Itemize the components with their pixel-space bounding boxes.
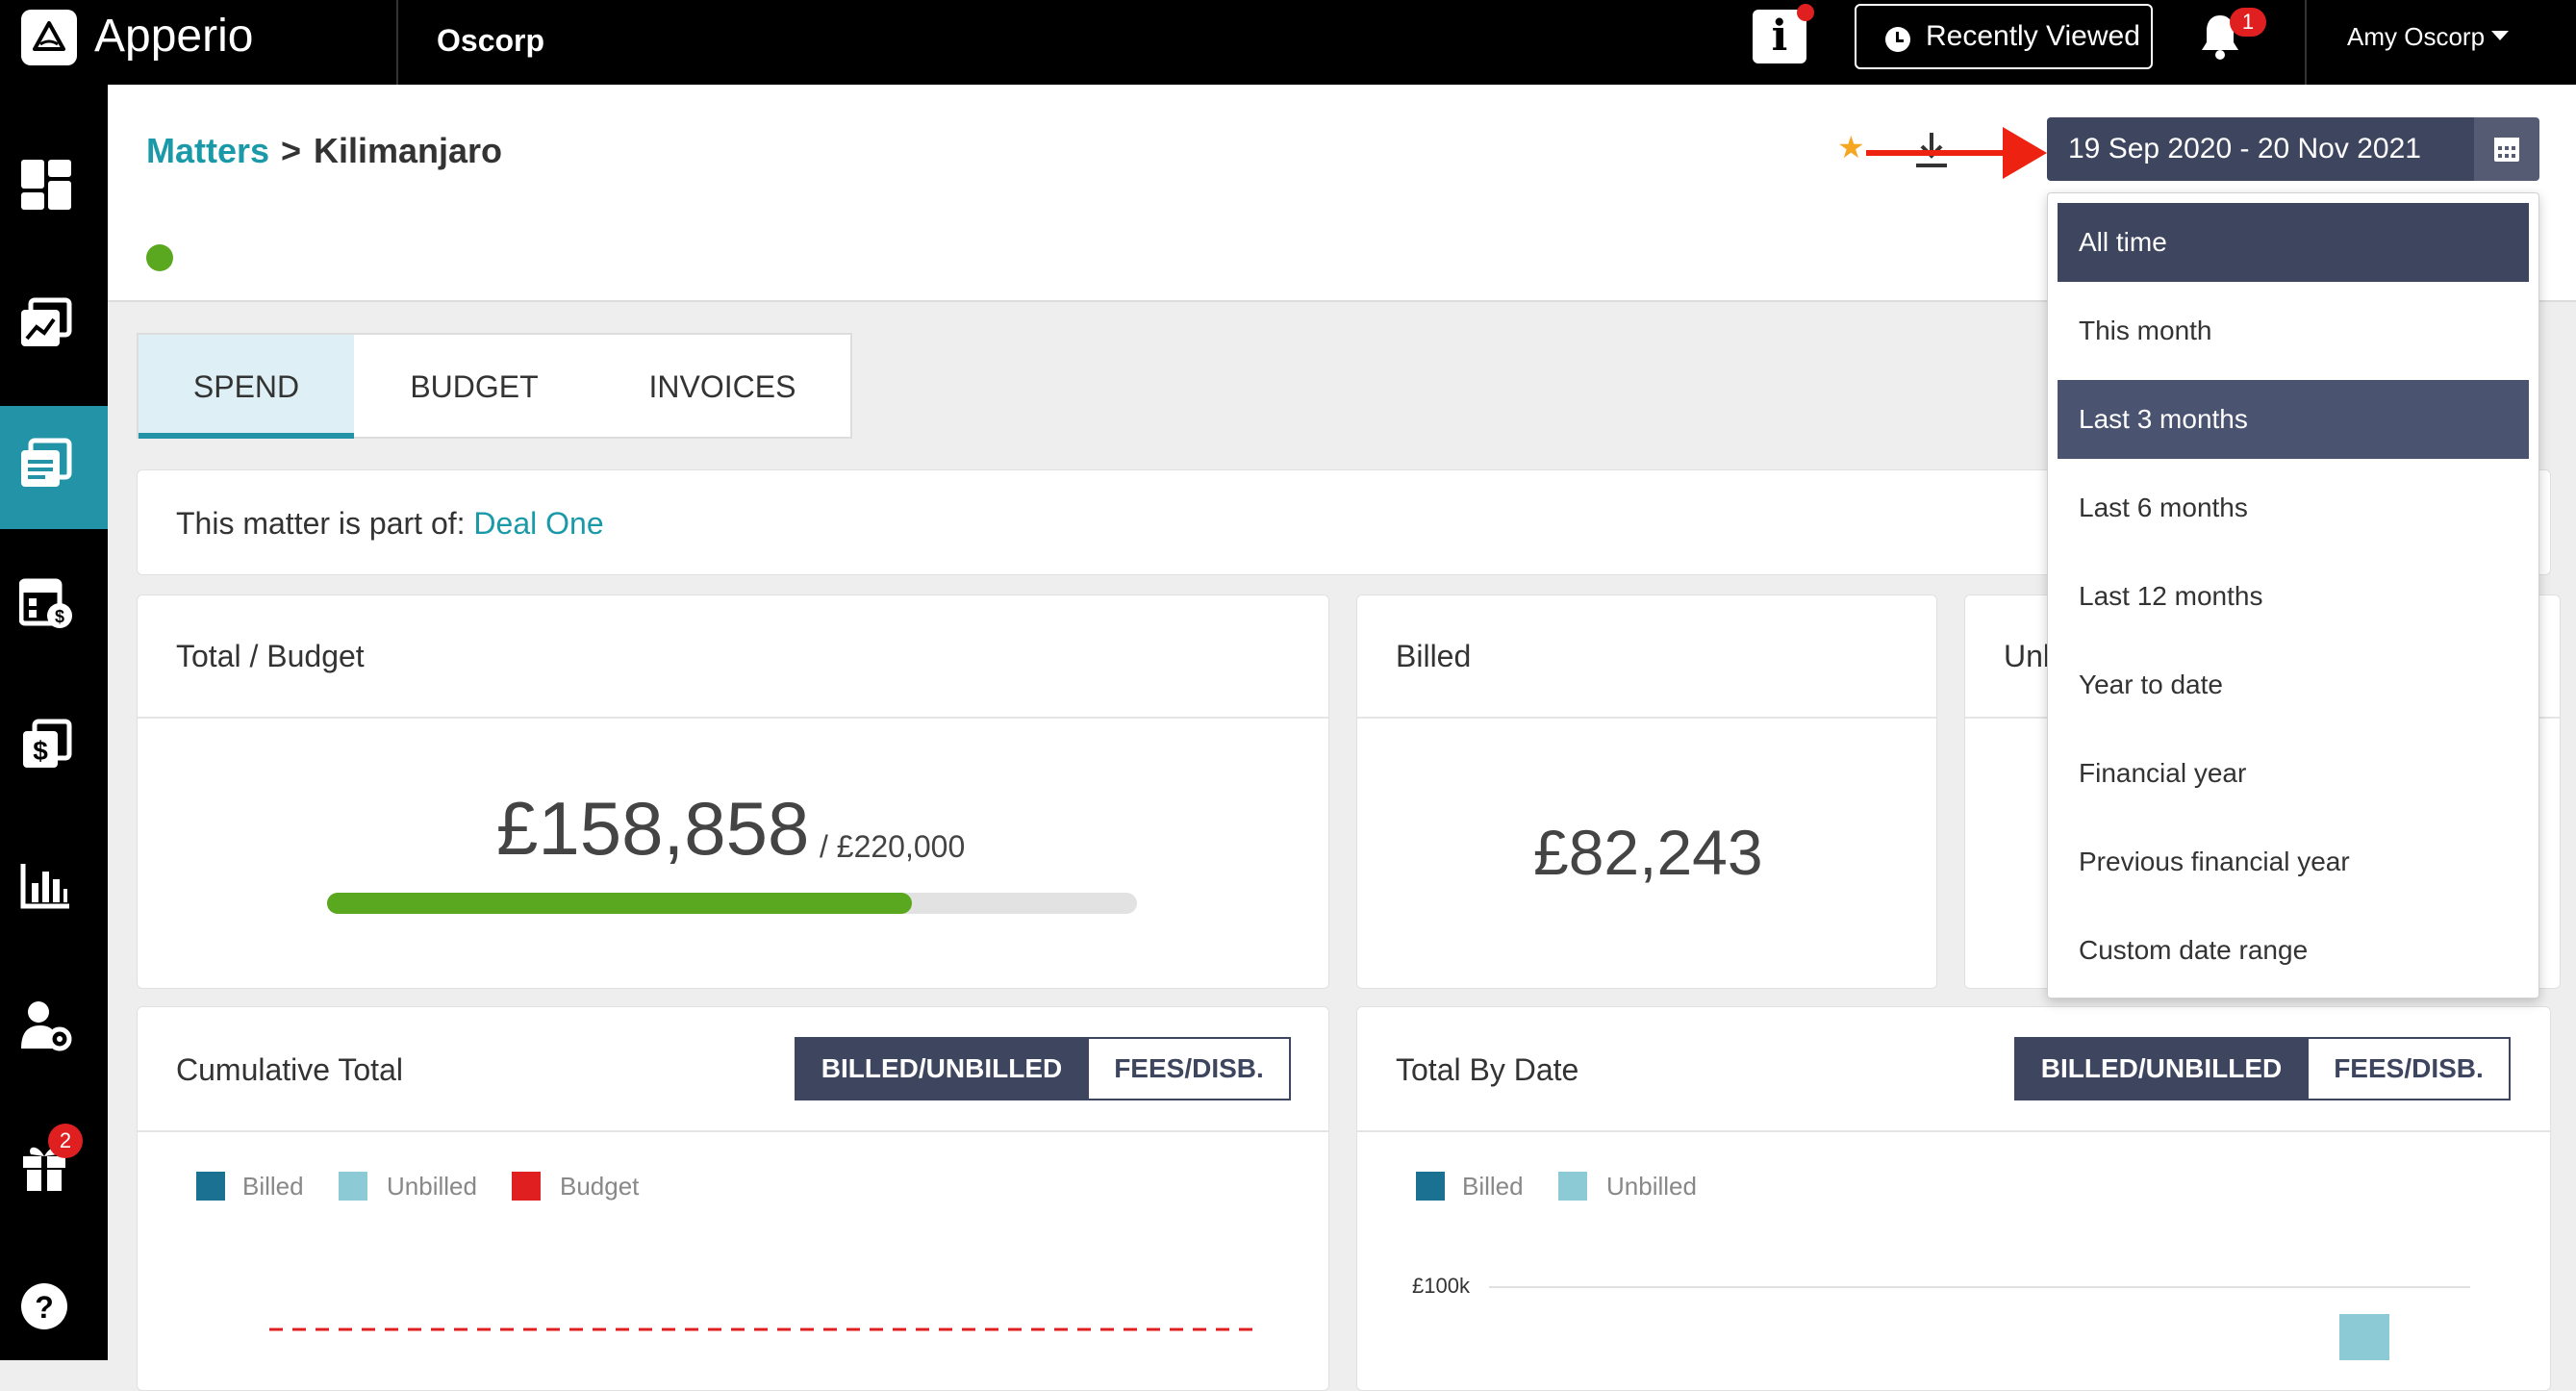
legend-billed: Billed <box>1462 1172 1524 1201</box>
calendar-button[interactable] <box>2474 117 2539 181</box>
page-title: Kilimanjaro <box>314 131 503 170</box>
documents-icon <box>21 438 72 487</box>
svg-text:$: $ <box>55 607 64 626</box>
deal-link[interactable]: Deal One <box>473 506 603 541</box>
option-last-3-months[interactable]: Last 3 months <box>2058 380 2529 459</box>
card-title: Billed <box>1396 639 1472 673</box>
divider <box>396 0 398 85</box>
divider <box>138 1130 1328 1132</box>
tab-invoices[interactable]: INVOICES <box>594 335 850 439</box>
budget-table-icon: $ <box>19 578 72 628</box>
calendar-icon <box>2494 138 2519 162</box>
billed-unbilled-toggle[interactable]: BILLED/UNBILLED <box>795 1037 1089 1100</box>
option-last-12-months[interactable]: Last 12 months <box>2058 557 2529 636</box>
notification-count-badge: 1 <box>2230 8 2266 37</box>
card-title: Total By Date <box>1396 1052 1579 1087</box>
option-custom-date-range[interactable]: Custom date range <box>2058 911 2529 990</box>
organisation-name: Oscorp <box>437 23 545 58</box>
top-bar: Apperio Oscorp i Recently Viewed 1 Amy O… <box>0 0 2576 85</box>
y-axis-tick: £100k <box>1412 1274 1470 1298</box>
billed-card: Billed <box>1356 594 1937 989</box>
dashboard-icon <box>21 160 71 210</box>
billed-unbilled-toggle[interactable]: BILLED/UNBILLED <box>2014 1037 2309 1100</box>
status-indicator <box>146 244 173 271</box>
legend-swatch-unbilled <box>339 1172 367 1201</box>
option-previous-financial-year[interactable]: Previous financial year <box>2058 822 2529 901</box>
sidebar-item-invoices[interactable]: $ <box>0 687 108 810</box>
help-icon: ? <box>21 1283 67 1329</box>
option-all-time[interactable]: All time <box>2058 203 2529 282</box>
budget-progress-fill <box>327 893 912 914</box>
option-last-6-months[interactable]: Last 6 months <box>2058 468 2529 547</box>
sidebar-item-help[interactable]: ? <box>0 1249 108 1372</box>
recently-viewed-button[interactable]: Recently Viewed <box>1855 4 2153 69</box>
sidebar-item-dashboard[interactable] <box>0 127 108 250</box>
budget-progress-bar <box>327 893 1137 914</box>
divider <box>138 717 1328 719</box>
legend-swatch-billed <box>1416 1172 1445 1201</box>
legend-swatch-billed <box>196 1172 225 1201</box>
user-settings-icon <box>21 1001 72 1051</box>
date-range-value: 19 Sep 2020 - 20 Nov 2021 <box>2068 133 2421 164</box>
sidebar-item-trends[interactable] <box>0 266 108 389</box>
total-amount: £158,858 <box>496 786 810 871</box>
caret-down-icon[interactable] <box>2491 31 2509 40</box>
option-year-to-date[interactable]: Year to date <box>2058 645 2529 724</box>
legend-unbilled: Unbilled <box>1606 1172 1697 1201</box>
deal-info-text: This matter is part of: Deal One <box>176 503 604 544</box>
star-icon[interactable]: ★ <box>1837 132 1866 163</box>
chart-bar-unbilled <box>2339 1314 2389 1360</box>
budget-line <box>269 1328 1260 1331</box>
svg-text:$: $ <box>33 736 48 766</box>
sidebar: $ $ ? <box>0 85 108 1360</box>
fees-disb-toggle[interactable]: FEES/DISB. <box>1087 1037 1291 1100</box>
legend-billed: Billed <box>242 1172 304 1201</box>
bar-chart-icon <box>20 864 69 909</box>
annotation-arrow-head <box>2003 127 2047 179</box>
info-icon: i <box>1771 12 1788 61</box>
tab-budget[interactable]: BUDGET <box>354 335 594 439</box>
brand-name[interactable]: Apperio <box>94 8 253 65</box>
option-this-month[interactable]: This month <box>2058 291 2529 370</box>
gridline <box>1489 1286 2470 1288</box>
invoice-dollar-icon: $ <box>23 719 72 768</box>
budget-amount: / £220,000 <box>820 829 966 864</box>
matter-tabs: SPEND BUDGET INVOICES <box>137 333 852 439</box>
sidebar-item-user-settings[interactable] <box>0 968 108 1091</box>
breadcrumb-separator: > <box>281 131 302 170</box>
fees-disb-toggle[interactable]: FEES/DISB. <box>2307 1037 2511 1100</box>
deal-prefix: This matter is part of: <box>176 506 474 541</box>
divider <box>1357 1130 2550 1132</box>
clock-icon <box>1885 27 1910 52</box>
recently-viewed-label: Recently Viewed <box>1926 20 2140 52</box>
card-title: Total / Budget <box>176 639 365 673</box>
legend-budget: Budget <box>560 1172 640 1201</box>
option-financial-year[interactable]: Financial year <box>2058 734 2529 813</box>
tab-spend[interactable]: SPEND <box>139 335 354 439</box>
gift-count-badge: 2 <box>48 1124 83 1158</box>
date-range-input[interactable]: 19 Sep 2020 - 20 Nov 2021 <box>2047 117 2474 181</box>
date-range-dropdown: All time This month Last 3 months Last 6… <box>2047 192 2539 999</box>
legend-swatch-budget <box>512 1172 541 1201</box>
billed-amount: £82,243 <box>1533 817 1763 888</box>
breadcrumb-matters-link[interactable]: Matters <box>146 129 269 173</box>
svg-text:?: ? <box>35 1290 54 1325</box>
trend-chart-icon <box>21 297 72 346</box>
apperio-logo-icon[interactable] <box>21 10 77 65</box>
sidebar-item-reports[interactable] <box>0 827 108 950</box>
sidebar-item-budgets[interactable]: $ <box>0 546 108 670</box>
legend-unbilled: Unbilled <box>387 1172 477 1201</box>
divider <box>2305 0 2307 85</box>
divider <box>1357 717 1936 719</box>
annotation-arrow-line <box>1866 150 2012 156</box>
legend-swatch-unbilled <box>1558 1172 1587 1201</box>
user-menu[interactable]: Amy Oscorp <box>2347 19 2485 54</box>
info-notification-dot <box>1797 4 1814 21</box>
sidebar-item-matters[interactable] <box>0 406 108 529</box>
card-title: Cumulative Total <box>176 1052 403 1087</box>
